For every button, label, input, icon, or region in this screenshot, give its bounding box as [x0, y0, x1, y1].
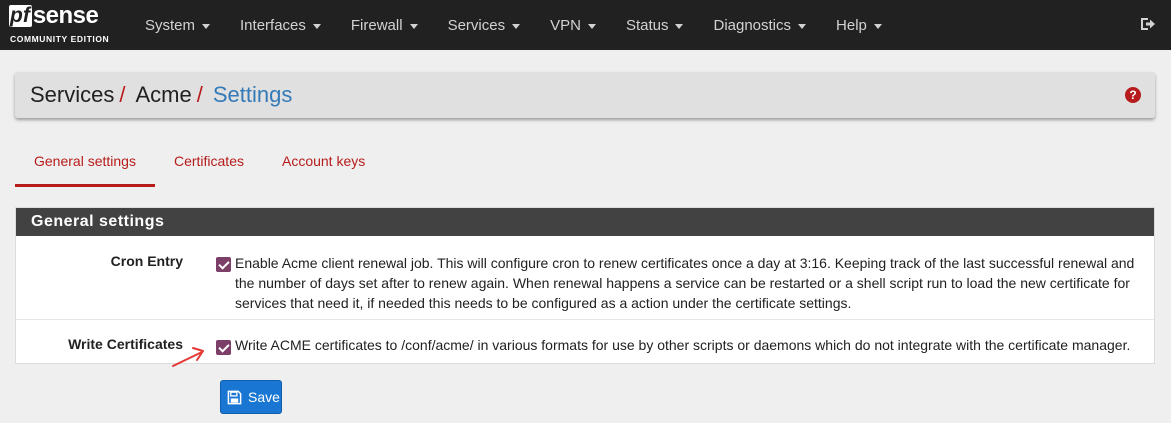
nav-system-label: System: [145, 16, 196, 34]
breadcrumb-services[interactable]: Services: [30, 82, 114, 108]
pfsense-logo[interactable]: pf sense COMMUNITY EDITION: [9, 3, 119, 47]
nav-vpn-label: VPN: [550, 16, 581, 34]
cron-entry-checkbox[interactable]: [216, 257, 231, 272]
nav-firewall[interactable]: Firewall: [336, 0, 433, 50]
cron-entry-row: Cron Entry Enable Acme client renewal jo…: [16, 236, 1154, 320]
write-certificates-description: Write ACME certificates to /conf/acme/ i…: [235, 337, 1131, 353]
write-certificates-label: Write Certificates: [68, 336, 183, 352]
save-button-label: Save: [248, 389, 280, 405]
tab-certificates[interactable]: Certificates: [155, 140, 263, 187]
top-navbar: pf sense COMMUNITY EDITION System Interf…: [0, 0, 1171, 50]
breadcrumb-acme[interactable]: Acme: [135, 82, 191, 108]
nav-vpn[interactable]: VPN: [535, 0, 611, 50]
nav-services[interactable]: Services: [433, 0, 536, 50]
annotation-arrow-icon: [172, 347, 204, 367]
caret-down-icon: [873, 23, 882, 29]
nav-status[interactable]: Status: [611, 0, 699, 50]
caret-down-icon: [587, 23, 596, 29]
caret-down-icon: [409, 23, 418, 29]
logo-pf: pf: [9, 4, 32, 27]
caret-down-icon: [512, 23, 521, 29]
question-circle-icon[interactable]: ?: [1125, 87, 1141, 103]
nav-diagnostics[interactable]: Diagnostics: [698, 0, 821, 50]
nav-interfaces[interactable]: Interfaces: [225, 0, 336, 50]
caret-down-icon: [798, 23, 807, 29]
nav-interfaces-label: Interfaces: [240, 16, 306, 34]
breadcrumb-separator: /: [196, 82, 203, 107]
save-button[interactable]: Save: [220, 380, 282, 414]
nav-help-label: Help: [836, 16, 867, 34]
caret-down-icon: [675, 23, 684, 29]
nav-services-label: Services: [447, 16, 506, 34]
save-icon: [227, 390, 242, 404]
cron-entry-description: Enable Acme client renewal job. This wil…: [235, 255, 1135, 311]
tab-bar: General settings Certificates Account ke…: [15, 140, 384, 187]
tab-account-keys[interactable]: Account keys: [263, 140, 384, 187]
nav-diagnostics-label: Diagnostics: [713, 16, 792, 34]
panel-title: General settings: [16, 208, 1154, 236]
nav-help[interactable]: Help: [821, 0, 897, 50]
nav-system[interactable]: System: [130, 0, 225, 50]
logo-edition: COMMUNITY EDITION: [10, 34, 110, 44]
sign-out-icon[interactable]: [1139, 15, 1157, 33]
caret-down-icon: [202, 23, 211, 29]
breadcrumb: Services / Acme / Settings ?: [15, 72, 1155, 118]
tab-general-settings[interactable]: General settings: [15, 140, 155, 187]
logo-wordmark: pf sense: [9, 2, 99, 29]
caret-down-icon: [312, 23, 321, 29]
nav-menu: System Interfaces Firewall Services VPN …: [130, 0, 897, 50]
write-certificates-checkbox[interactable]: [216, 340, 231, 355]
breadcrumb-settings[interactable]: Settings: [213, 82, 293, 108]
logo-sense: sense: [32, 2, 99, 29]
breadcrumb-separator: /: [119, 82, 126, 107]
nav-status-label: Status: [625, 16, 669, 34]
nav-firewall-label: Firewall: [350, 16, 403, 34]
cron-entry-label: Cron Entry: [110, 253, 183, 269]
